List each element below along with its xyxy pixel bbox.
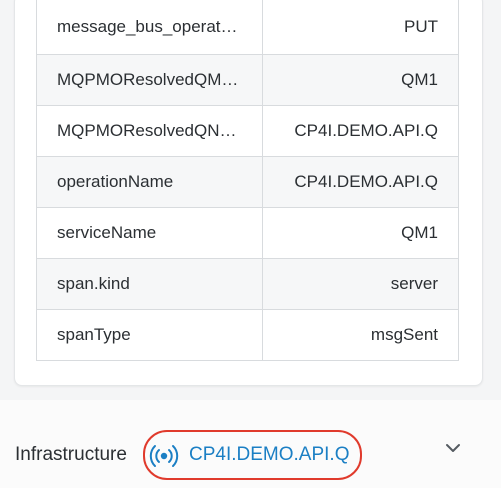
- tag-key: spanType: [36, 309, 263, 361]
- tag-key: serviceName: [36, 207, 263, 259]
- infrastructure-entity-link[interactable]: CP4I.DEMO.API.Q: [189, 444, 349, 466]
- infrastructure-label: Infrastructure: [15, 444, 127, 465]
- table-row: operationName CP4I.DEMO.API.Q: [36, 156, 459, 208]
- tag-value: CP4I.DEMO.API.Q: [262, 156, 459, 208]
- table-row: spanType msgSent: [36, 309, 459, 361]
- infrastructure-row: Infrastructure CP4I.DEMO.API.Q: [0, 400, 501, 488]
- tag-value: server: [262, 258, 459, 310]
- table-row: serviceName QM1: [36, 207, 459, 259]
- queue-broadcast-icon[interactable]: [149, 442, 179, 470]
- table-row: MQPMOResolvedQM… QM1: [36, 54, 459, 106]
- table-row: span.kind server: [36, 258, 459, 310]
- tag-key: message_bus_operat…: [36, 0, 263, 55]
- tag-value: msgSent: [262, 309, 459, 361]
- tag-value: CP4I.DEMO.API.Q: [262, 105, 459, 157]
- tag-key: MQPMOResolvedQN…: [36, 105, 263, 157]
- table-row: message_bus_operat… PUT: [36, 0, 459, 55]
- tag-key: MQPMOResolvedQM…: [36, 54, 263, 106]
- tag-value: PUT: [262, 0, 459, 55]
- table-row: MQPMOResolvedQN… CP4I.DEMO.API.Q: [36, 105, 459, 157]
- span-tags-table: message_bus_operat… PUT MQPMOResolvedQM……: [36, 0, 459, 361]
- chevron-down-icon[interactable]: [443, 438, 463, 458]
- tag-key: operationName: [36, 156, 263, 208]
- tag-value: QM1: [262, 207, 459, 259]
- tag-key: span.kind: [36, 258, 263, 310]
- tag-value: QM1: [262, 54, 459, 106]
